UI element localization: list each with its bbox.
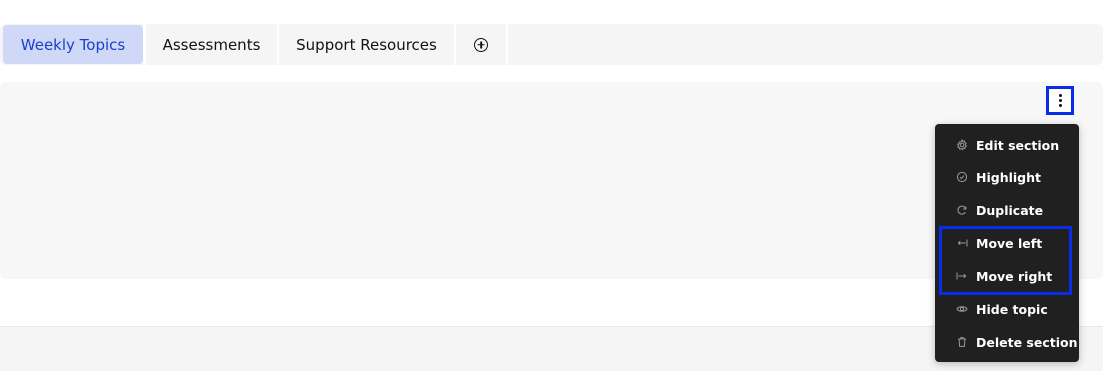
- arrow-left-bar-icon: [955, 236, 969, 250]
- vertical-ellipsis-icon-dot: [1058, 99, 1062, 102]
- tab-label: Support Resources: [296, 35, 437, 54]
- menu-item-move-left[interactable]: Move left: [935, 229, 1079, 257]
- add-tab-button[interactable]: [456, 24, 508, 65]
- menu-item-label: Move right: [976, 268, 1053, 284]
- section-context-menu: Edit section Highlight Duplicate Move le…: [935, 124, 1079, 362]
- arrow-right-bar-icon: [955, 269, 969, 283]
- tab-weekly-topics[interactable]: Weekly Topics: [3, 25, 143, 64]
- tab-label: Weekly Topics: [20, 35, 126, 54]
- tab-support-resources[interactable]: Support Resources: [279, 24, 456, 65]
- menu-item-edit-section[interactable]: Edit section: [935, 131, 1079, 159]
- menu-item-highlight[interactable]: Highlight: [935, 163, 1079, 191]
- plus-circle-icon: [474, 37, 488, 52]
- tab-label: Assessments: [162, 35, 261, 54]
- vertical-ellipsis-icon: [1058, 94, 1062, 97]
- check-circle-icon: [955, 170, 969, 184]
- menu-item-duplicate[interactable]: Duplicate: [935, 196, 1079, 224]
- menu-item-label: Edit section: [976, 137, 1060, 153]
- menu-item-hide-topic[interactable]: Hide topic: [935, 295, 1079, 323]
- eye-icon: [955, 302, 969, 316]
- gear-icon: [955, 138, 969, 152]
- menu-item-label: Move left: [976, 235, 1043, 251]
- menu-item-label: Duplicate: [976, 202, 1044, 218]
- menu-item-label: Delete section: [976, 334, 1078, 350]
- refresh-icon: [955, 203, 969, 217]
- trash-icon: [955, 335, 969, 349]
- menu-item-move-right[interactable]: Move right: [935, 262, 1079, 290]
- tab-assessments[interactable]: Assessments: [146, 24, 279, 65]
- menu-item-label: Hide topic: [976, 301, 1048, 317]
- tab-bar: Weekly Topics Assessments Support Resour…: [0, 24, 1103, 65]
- vertical-ellipsis-icon-dot: [1058, 104, 1062, 107]
- menu-item-label: Highlight: [976, 169, 1041, 185]
- section-menu-button[interactable]: [1046, 86, 1074, 115]
- menu-item-delete-section[interactable]: Delete section: [935, 328, 1079, 356]
